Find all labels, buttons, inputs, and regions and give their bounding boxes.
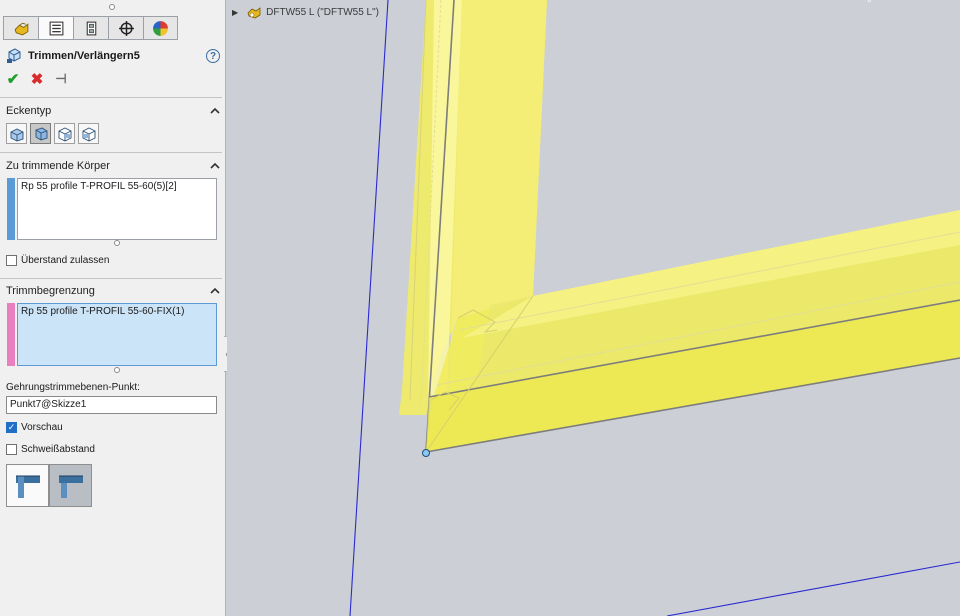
corner-end-butt2-button[interactable] [78, 123, 99, 144]
section-header-zu-trimmende-koerper[interactable]: Zu trimmende Körper [6, 159, 220, 173]
propertymanager-icon [49, 21, 63, 35]
miter-option-buttons [6, 464, 92, 507]
flyout-tree: ▶ DFTW55 L ("DFTW55 L") [232, 4, 379, 20]
action-buttons: ✔ ✖ ⊣ [5, 71, 69, 88]
chevron-up-icon[interactable] [210, 161, 220, 171]
miter-point-field[interactable]: Punkt7@Skizze1 [6, 396, 217, 414]
ueberstand-zulassen-checkbox[interactable] [6, 255, 17, 266]
sketch-point[interactable] [422, 449, 430, 457]
vorschau-row[interactable]: ✓ Vorschau [6, 422, 63, 433]
divider [0, 97, 222, 98]
divider [0, 278, 222, 279]
tree-item-label[interactable]: DFTW55 L ("DFTW55 L") [266, 7, 379, 18]
crosshair-icon [118, 20, 134, 36]
ok-button[interactable]: ✔ [5, 71, 21, 88]
divider [0, 152, 222, 153]
section-header-trimmbegrenzung[interactable]: Trimmbegrenzung [6, 284, 220, 298]
pin-button[interactable]: ⊣ [53, 71, 69, 87]
appearance-pie-icon [153, 20, 168, 36]
end-butt1-icon [58, 126, 71, 142]
tab-propertymanager[interactable] [38, 16, 73, 40]
graphics-viewport[interactable]: ▶ DFTW55 L ("DFTW55 L") ° [227, 0, 960, 616]
sketch-line [666, 561, 960, 616]
cancel-button[interactable]: ✖ [29, 71, 45, 88]
manager-tabs [3, 16, 178, 40]
section-header-eckentyp[interactable]: Eckentyp [6, 104, 220, 118]
trim-extend-icon [7, 48, 21, 63]
end-trim-icon [10, 127, 23, 141]
corner-end-miter-button[interactable] [30, 123, 51, 144]
schweissabstand-row[interactable]: Schweißabstand [6, 444, 95, 455]
feature-title-row: Trimmen/Verlängern5 ? [6, 47, 220, 65]
miter-option-1-button[interactable] [6, 464, 49, 507]
expand-arrow-icon[interactable]: ▶ [232, 8, 238, 17]
configuration-icon [86, 21, 96, 35]
chevron-up-icon[interactable] [210, 286, 220, 296]
list-item[interactable]: Rp 55 profile T-PROFIL 55-60-FIX(1) [21, 306, 213, 317]
vorschau-label: Vorschau [21, 422, 63, 433]
property-manager-panel: Trimmen/Verlängern5 ? ✔ ✖ ⊣ Eckentyp Zu … [0, 0, 226, 616]
panel-grip-handle[interactable] [109, 4, 115, 10]
section-label-eckentyp: Eckentyp [6, 105, 52, 117]
miter-corner-icon [15, 475, 40, 498]
ueberstand-zulassen-row[interactable]: Überstand zulassen [6, 255, 109, 266]
corner-type-buttons [6, 123, 99, 144]
selection-color-bar-pink [7, 303, 15, 366]
listbox-resize-handle[interactable] [114, 367, 120, 373]
viewport-indicator: ° [867, 0, 872, 10]
sketch-line [349, 0, 389, 616]
schweissabstand-label: Schweißabstand [21, 444, 95, 455]
corner-end-trim-button[interactable] [6, 123, 27, 144]
miter-point-label: Gehrungstrimmebenen-Punkt: [6, 382, 140, 393]
tab-featuremanager[interactable] [3, 16, 38, 40]
corner-end-butt1-button[interactable] [54, 123, 75, 144]
schweissabstand-checkbox[interactable] [6, 444, 17, 455]
assembly-icon [247, 7, 261, 19]
end-butt2-icon [82, 126, 95, 142]
list-item[interactable]: Rp 55 profile T-PROFIL 55-60(5)[2] [21, 181, 213, 192]
miter-corner-icon [58, 475, 83, 498]
miter-option-2-button[interactable] [49, 464, 92, 507]
section-label-zu-trimmende-koerper: Zu trimmende Körper [6, 160, 110, 172]
tab-configurationmanager[interactable] [73, 16, 108, 40]
bodies-to-trim-listbox[interactable]: Rp 55 profile T-PROFIL 55-60(5)[2] [17, 178, 217, 240]
listbox-resize-handle[interactable] [114, 240, 120, 246]
trim-boundary-listbox[interactable]: Rp 55 profile T-PROFIL 55-60-FIX(1) [17, 303, 217, 366]
end-miter-icon [35, 127, 47, 140]
ueberstand-zulassen-label: Überstand zulassen [21, 255, 110, 266]
chevron-up-icon[interactable] [210, 106, 220, 116]
frame-3d-preview[interactable] [227, 0, 960, 616]
vorschau-checkbox[interactable]: ✓ [6, 422, 17, 433]
feature-title: Trimmen/Verlängern5 [28, 50, 140, 62]
section-label-trimmbegrenzung: Trimmbegrenzung [6, 285, 95, 297]
tab-display[interactable] [143, 16, 178, 40]
featuremanager-icon [14, 22, 28, 35]
tab-dimxpert[interactable] [108, 16, 143, 40]
selection-color-bar-blue [7, 178, 15, 240]
help-icon[interactable]: ? [206, 49, 220, 63]
